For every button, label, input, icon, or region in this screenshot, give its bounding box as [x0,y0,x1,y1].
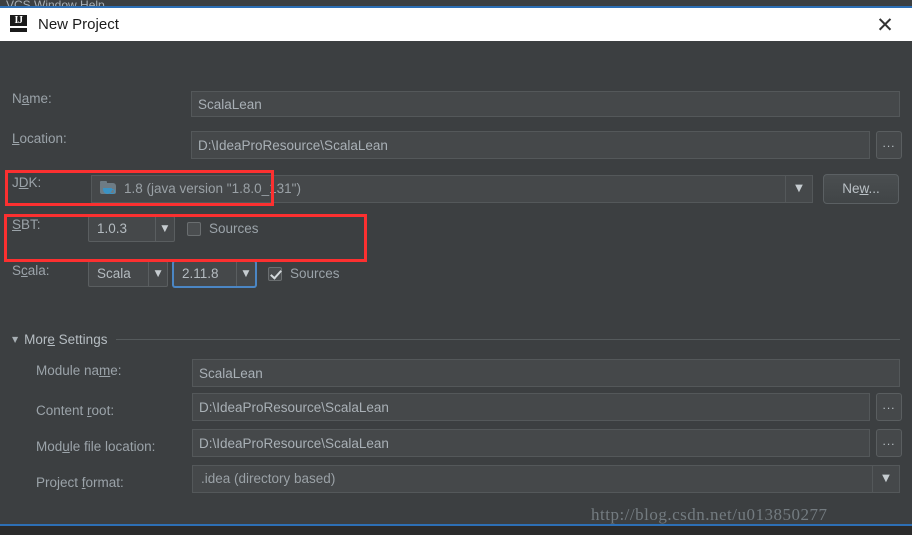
sbt-version-combobox[interactable]: 1.0.3 ▼ [88,216,175,242]
checkbox-box [268,266,282,281]
dialog-titlebar: IJ New Project ✕ [0,8,912,41]
scala-sources-checkbox[interactable]: Sources [268,266,340,281]
jdk-row: JDK: [12,175,90,190]
chevron-down-icon[interactable]: ▼ [235,262,255,286]
jdk-combobox-value: 1.8 (java version "1.8.0_131") [124,181,301,196]
intellij-logo-icon: IJ [10,14,27,35]
jdk-combobox[interactable]: 1.8 (java version "1.8.0_131") ▼ [91,175,813,203]
content-root-row: Content root: [36,403,114,418]
checkbox-box [187,221,201,236]
module-file-location-row: Module file location: [36,439,155,454]
screen: VCS Window Help IJ New Project ✕ Name: S… [0,0,912,535]
sbt-sources-checkbox[interactable]: Sources [187,221,259,236]
more-settings-toggle[interactable]: ▼ More Settings [12,332,900,347]
name-input[interactable]: ScalaLean [191,91,900,117]
chevron-down-icon[interactable]: ▼ [785,176,812,202]
location-browse-button[interactable]: ... [876,131,902,159]
sbt-sources-label: Sources [209,221,259,236]
project-format-value: .idea (directory based) [201,471,336,486]
location-label: Location: [12,131,67,146]
scala-kind-combobox[interactable]: Scala ▼ [88,261,168,287]
module-name-input[interactable]: ScalaLean [192,359,900,387]
content-root-input[interactable]: D:\IdeaProResource\ScalaLean [192,393,870,421]
chevron-down-icon[interactable]: ▼ [154,217,174,241]
more-settings-label: More Settings [24,332,108,347]
scala-sources-label: Sources [290,266,340,281]
module-name-row: Module name: [36,363,122,378]
project-format-label: Project format: [36,475,124,490]
dialog-title: New Project [38,16,119,33]
scala-version-value: 2.11.8 [182,266,219,281]
module-file-location-input[interactable]: D:\IdeaProResource\ScalaLean [192,429,870,457]
sbt-row: SBT: [12,217,90,232]
scala-version-combobox[interactable]: 2.11.8 ▼ [173,261,256,287]
chevron-down-icon[interactable]: ▼ [148,262,167,286]
project-format-row: Project format: [36,475,124,490]
content-root-browse-button[interactable]: ... [876,393,902,421]
jdk-label: JDK: [12,175,42,190]
content-root-label: Content root: [36,403,115,418]
scala-label: Scala: [12,263,50,278]
name-label: Name: [12,91,52,106]
sbt-label: SBT: [12,217,41,232]
location-input[interactable]: D:\IdeaProResource\ScalaLean [191,131,870,159]
chevron-down-icon[interactable]: ▼ [872,466,899,492]
jdk-folder-java-icon [100,181,117,196]
scala-row: Scala: [12,263,90,278]
name-row: Name: [12,91,90,106]
location-row: Location: [12,131,90,146]
more-settings-separator [116,339,900,340]
module-file-location-label: Module file location: [36,439,156,454]
sbt-version-value: 1.0.3 [97,221,128,236]
module-name-label: Module name: [36,363,122,378]
project-format-combobox[interactable]: .idea (directory based) ▼ [192,465,900,493]
jdk-new-button[interactable]: New... [823,174,899,204]
jdk-combobox-value-wrap: 1.8 (java version "1.8.0_131") [92,176,785,202]
chevron-down-icon: ▼ [12,335,19,344]
module-file-location-browse-button[interactable]: ... [876,429,902,457]
new-project-dialog: IJ New Project ✕ Name: ScalaLean Locatio… [0,6,912,535]
ide-status-bar [0,524,912,535]
scala-kind-value: Scala [97,266,131,281]
dialog-body: Name: ScalaLean Location: D:\IdeaProReso… [0,41,912,535]
close-icon[interactable]: ✕ [872,15,898,36]
